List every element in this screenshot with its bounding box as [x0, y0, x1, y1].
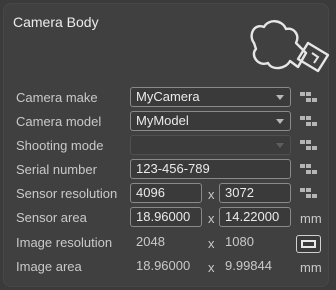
image-resolution-label: Image resolution: [16, 235, 113, 250]
image-resolution-width-value: 2048: [136, 234, 165, 249]
chevron-down-icon: [276, 95, 284, 100]
chevron-down-icon: [276, 119, 284, 124]
serial-number-field[interactable]: 123-456-789: [130, 159, 291, 179]
sensor-resolution-label: Sensor resolution: [16, 186, 118, 201]
menu-grid-icon[interactable]: [300, 140, 318, 152]
sensor-area-label: Sensor area: [16, 210, 87, 225]
camera-model-label: Camera model: [16, 114, 102, 129]
sensor-area-width-field[interactable]: 18.96000: [130, 207, 202, 227]
aspect-ratio-button[interactable]: [296, 235, 321, 253]
panel-title: Camera Body: [13, 14, 99, 30]
dimension-separator: x: [208, 187, 215, 202]
chevron-down-icon: [276, 143, 284, 148]
image-area-height-value: 9.99844: [225, 258, 272, 273]
dimension-separator: x: [208, 211, 215, 226]
dimension-separator: x: [208, 260, 215, 275]
serial-number-label: Serial number: [16, 162, 97, 177]
shooting-mode-label: Shooting mode: [16, 138, 104, 153]
shooting-mode-select[interactable]: [130, 135, 291, 155]
image-area-unit: mm: [300, 260, 322, 275]
camera-make-value: MyCamera: [136, 89, 200, 104]
image-resolution-height-value: 1080: [225, 234, 254, 249]
camera-make-select[interactable]: MyCamera: [130, 87, 291, 107]
menu-grid-icon[interactable]: [300, 92, 318, 104]
sensor-resolution-width-field[interactable]: 4096: [130, 183, 202, 203]
dimension-separator: x: [208, 236, 215, 251]
camera-model-select[interactable]: MyModel: [130, 111, 291, 131]
menu-grid-icon[interactable]: [300, 116, 318, 128]
menu-grid-icon[interactable]: [300, 188, 318, 200]
camera-body-panel: Camera Body Camera make MyCamera Camera …: [3, 3, 330, 287]
sensor-area-unit: mm: [300, 211, 322, 226]
aspect-ratio-icon: [301, 240, 316, 248]
image-area-label: Image area: [16, 259, 82, 274]
menu-grid-icon[interactable]: [300, 164, 318, 176]
camera-model-value: MyModel: [136, 113, 189, 128]
sensor-area-height-field[interactable]: 14.22000: [219, 207, 291, 227]
image-area-width-value: 18.96000: [136, 258, 191, 273]
camera-body-icon: [250, 20, 330, 73]
sensor-resolution-height-field[interactable]: 3072: [219, 183, 291, 203]
camera-make-label: Camera make: [16, 90, 98, 105]
